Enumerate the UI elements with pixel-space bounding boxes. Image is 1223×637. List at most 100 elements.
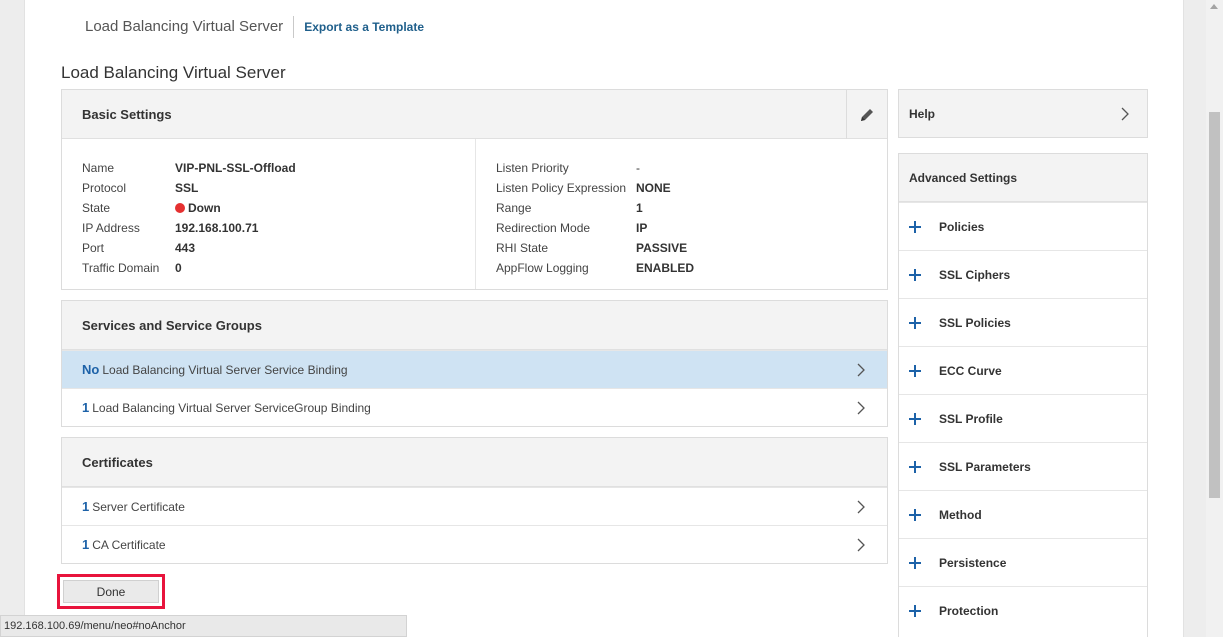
service-binding-row[interactable]: No Load Balancing Virtual Server Service… xyxy=(62,350,887,388)
certificates-title: Certificates xyxy=(82,454,153,470)
advanced-item-label: Policies xyxy=(939,219,985,234)
chevron-right-icon xyxy=(857,363,865,377)
advanced-item-label: SSL Ciphers xyxy=(939,267,1011,282)
field-value: 1 xyxy=(636,201,643,215)
row-label: Load Balancing Virtual Server Service Bi… xyxy=(102,362,348,377)
basic-settings-header: Basic Settings xyxy=(62,90,887,139)
plus-icon xyxy=(909,604,939,617)
advanced-item-protection[interactable]: Protection xyxy=(899,586,1147,634)
help-label: Help xyxy=(909,106,936,121)
field-value: 0 xyxy=(175,261,182,275)
field-name: Name VIP-PNL-SSL-Offload xyxy=(82,158,475,178)
done-button[interactable]: Done xyxy=(63,580,159,603)
export-template-link[interactable]: Export as a Template xyxy=(294,16,424,38)
field-value: ENABLED xyxy=(636,261,695,275)
advanced-settings-title: Advanced Settings xyxy=(909,170,1018,185)
advanced-item-policies[interactable]: Policies xyxy=(899,202,1147,250)
field-value: 443 xyxy=(175,241,196,255)
pencil-icon xyxy=(861,108,873,121)
field-value: SSL xyxy=(175,181,199,195)
services-title: Services and Service Groups xyxy=(82,317,262,333)
field-redirection-mode: Redirection Mode IP xyxy=(496,218,888,238)
advanced-item-persistence[interactable]: Persistence xyxy=(899,538,1147,586)
server-certificate-row[interactable]: 1 Server Certificate xyxy=(62,487,887,525)
field-label: Traffic Domain xyxy=(82,261,160,275)
field-label: IP Address xyxy=(82,221,140,235)
row-label: Server Certificate xyxy=(92,499,185,514)
advanced-item-ssl-profile[interactable]: SSL Profile xyxy=(899,394,1147,442)
advanced-item-ssl-parameters[interactable]: SSL Parameters xyxy=(899,442,1147,490)
advanced-item-ssl-ciphers[interactable]: SSL Ciphers xyxy=(899,250,1147,298)
basic-settings-right-column: Listen Priority - Listen Policy Expressi… xyxy=(475,139,888,289)
advanced-item-label: Persistence xyxy=(939,555,1007,570)
chevron-right-icon xyxy=(1121,107,1129,121)
state-value: Down xyxy=(175,201,221,215)
vertical-scrollbar[interactable] xyxy=(1206,0,1223,637)
basic-settings-title: Basic Settings xyxy=(82,106,172,122)
plus-icon xyxy=(909,508,939,521)
plus-icon xyxy=(909,412,939,425)
advanced-item-label: Protection xyxy=(939,603,999,618)
done-button-highlight: Done xyxy=(57,574,165,609)
field-label: Name xyxy=(82,161,115,175)
field-label: Listen Priority xyxy=(496,161,569,175)
page-title: Load Balancing Virtual Server xyxy=(61,63,286,82)
services-header: Services and Service Groups xyxy=(62,301,887,350)
field-protocol: Protocol SSL xyxy=(82,178,475,198)
field-label: Port xyxy=(82,241,105,255)
row-label: Load Balancing Virtual Server ServiceGro… xyxy=(92,400,371,415)
field-label: Protocol xyxy=(82,181,127,195)
field-value: IP xyxy=(636,221,648,235)
advanced-item-label: ECC Curve xyxy=(939,363,1002,378)
row-count: 1 xyxy=(82,499,90,514)
field-value: VIP-PNL-SSL-Offload xyxy=(175,161,296,175)
advanced-settings-panel: Advanced Settings Policies SSL Ciphers S… xyxy=(898,153,1148,637)
plus-icon xyxy=(909,364,939,377)
field-label: State xyxy=(82,201,111,215)
chevron-right-icon xyxy=(857,538,865,552)
edit-button[interactable] xyxy=(846,90,887,139)
breadcrumb-current: Load Balancing Virtual Server xyxy=(85,16,295,38)
field-state: State Down xyxy=(82,198,475,218)
advanced-item-method[interactable]: Method xyxy=(899,490,1147,538)
advanced-item-ecc-curve[interactable]: ECC Curve xyxy=(899,346,1147,394)
advanced-item-ssl-policies[interactable]: SSL Policies xyxy=(899,298,1147,346)
plus-icon xyxy=(909,220,939,233)
field-ip-address: IP Address 192.168.100.71 xyxy=(82,218,475,238)
field-traffic-domain: Traffic Domain 0 xyxy=(82,258,475,278)
field-value: NONE xyxy=(636,181,671,195)
advanced-item-label: SSL Profile xyxy=(939,411,1003,426)
field-value: 192.168.100.71 xyxy=(175,221,259,235)
field-label: RHI State xyxy=(496,241,549,255)
plus-icon xyxy=(909,316,939,329)
chevron-right-icon xyxy=(857,401,865,415)
row-label: CA Certificate xyxy=(92,537,166,552)
field-label: Redirection Mode xyxy=(496,221,591,235)
advanced-settings-header: Advanced Settings xyxy=(899,154,1147,202)
breadcrumb: Load Balancing Virtual Server Export as … xyxy=(85,16,424,38)
servicegroup-binding-row[interactable]: 1 Load Balancing Virtual Server ServiceG… xyxy=(62,388,887,426)
help-panel[interactable]: Help xyxy=(898,89,1148,138)
field-label: Listen Policy Expression xyxy=(496,181,627,195)
row-count: 1 xyxy=(82,537,90,552)
advanced-item-label: SSL Policies xyxy=(939,315,1011,330)
state-text: Down xyxy=(188,201,221,215)
field-appflow-logging: AppFlow Logging ENABLED xyxy=(496,258,888,278)
advanced-item-label: Method xyxy=(939,507,982,522)
field-port: Port 443 xyxy=(82,238,475,258)
scroll-up-icon[interactable] xyxy=(1210,4,1218,9)
field-listen-priority: Listen Priority - xyxy=(496,158,888,178)
field-listen-policy-expression: Listen Policy Expression NONE xyxy=(496,178,888,198)
status-bar-url: 192.168.100.69/menu/neo#noAnchor xyxy=(0,615,407,637)
scrollbar-thumb[interactable] xyxy=(1209,112,1220,498)
row-count: No xyxy=(82,362,100,377)
status-down-icon xyxy=(175,203,185,213)
basic-settings-panel: Basic Settings Name VIP-PNL-SSL-Offload … xyxy=(61,89,888,290)
advanced-item-label: SSL Parameters xyxy=(939,459,1031,474)
plus-icon xyxy=(909,556,939,569)
field-label: Range xyxy=(496,201,532,215)
ca-certificate-row[interactable]: 1 CA Certificate xyxy=(62,525,887,563)
certificates-panel: Certificates 1 Server Certificate 1 CA C… xyxy=(61,437,888,564)
plus-icon xyxy=(909,268,939,281)
chevron-right-icon xyxy=(857,500,865,514)
